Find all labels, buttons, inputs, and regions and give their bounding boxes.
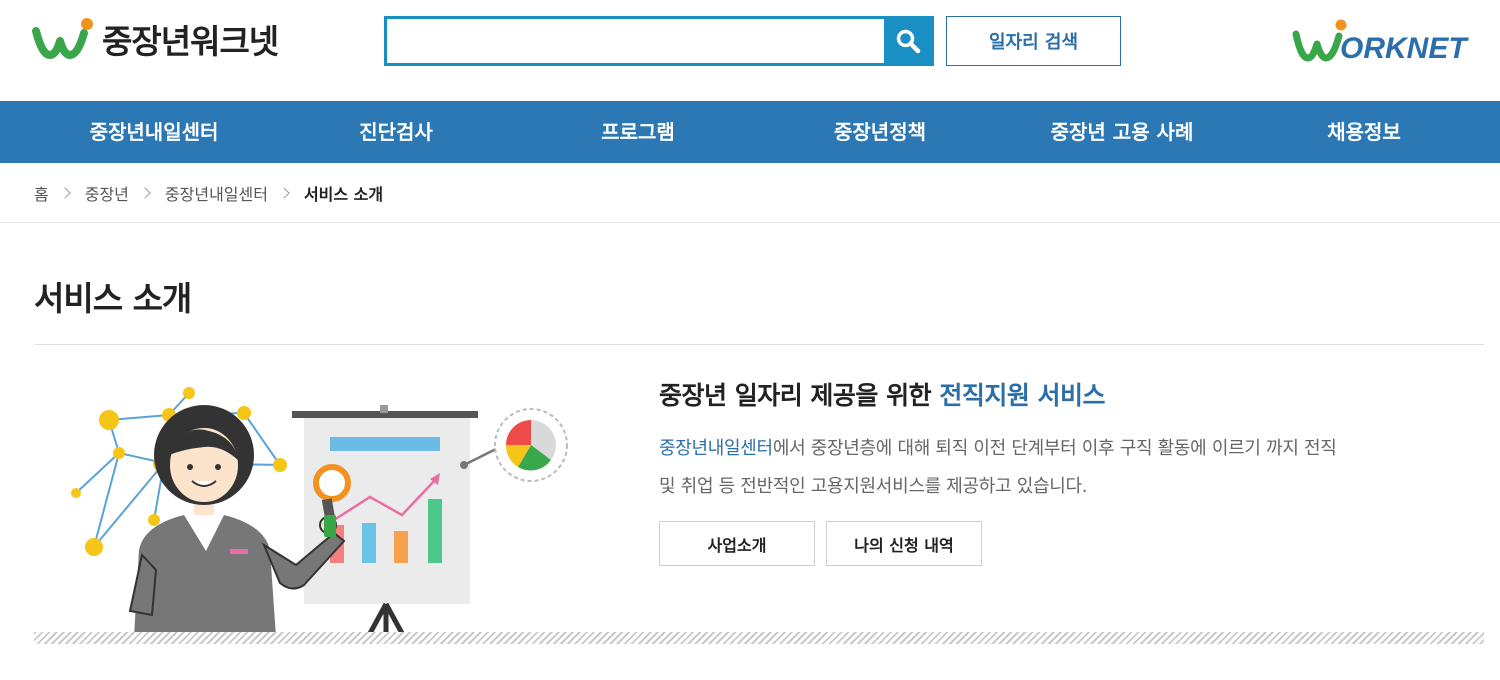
hatched-divider (34, 632, 1484, 644)
search-button[interactable] (884, 19, 931, 63)
chevron-right-icon (59, 187, 71, 199)
worknet-logo-icon: ORKNET (1292, 19, 1469, 65)
nav-item-policy[interactable]: 중장년정책 (760, 101, 1000, 163)
intro-heading: 중장년 일자리 제공을 위한 전직지원 서비스 (659, 376, 1106, 412)
nav-item-center[interactable]: 중장년내일센터 (34, 101, 274, 163)
intro-heading-accent: 전직지원 서비스 (939, 381, 1106, 410)
logo-mark-icon (32, 18, 93, 59)
breadcrumb-current: 서비스 소개 (303, 185, 384, 204)
worknet-logo[interactable]: ORKNET (1292, 16, 1484, 66)
search-box (384, 16, 934, 66)
pie-chart-icon (505, 420, 556, 471)
intro-heading-prefix: 중장년 일자리 제공을 위한 (659, 381, 940, 410)
intro-desc-line2: 및 취업 등 전반적인 고용지원서비스를 제공하고 있습니다. (659, 476, 1088, 497)
title-divider (34, 344, 1484, 345)
nav-item-cases[interactable]: 중장년 고용 사례 (1002, 101, 1242, 163)
search-icon (896, 29, 920, 54)
main-nav: 중장년내일센터 진단검사 프로그램 중장년정책 중장년 고용 사례 채용정보 (0, 101, 1500, 163)
home-icon[interactable]: 홈 (34, 181, 49, 205)
breadcrumb: 홈 중장년 중장년내일센터 서비스 소개 (34, 181, 383, 205)
logo-text: 중장년워크넷 (102, 22, 279, 61)
breadcrumb-home[interactable]: 홈 (34, 185, 49, 204)
business-intro-button[interactable]: 사업소개 (659, 521, 815, 566)
nav-item-program[interactable]: 프로그램 (518, 101, 758, 163)
center-name-link: 중장년내일센터 (659, 438, 773, 459)
chevron-right-icon (139, 187, 151, 199)
svg-text:ORKNET: ORKNET (1340, 32, 1469, 65)
consultant-illustration (71, 387, 568, 637)
my-applications-button[interactable]: 나의 신청 내역 (826, 521, 982, 566)
site-header: 중장년워크넷 일자리 검색 ORKNET (0, 0, 1500, 101)
intro-desc-line1: 에서 중장년층에 대해 퇴직 이전 단계부터 이후 구직 활동에 이르기 까지 … (772, 438, 1337, 459)
nav-item-jobs[interactable]: 채용정보 (1244, 101, 1484, 163)
job-search-button[interactable]: 일자리 검색 (946, 16, 1121, 66)
page-title: 서비스 소개 (34, 279, 192, 318)
breadcrumb-divider (0, 222, 1500, 223)
search-input[interactable] (387, 19, 885, 63)
intro-description: 중장년내일센터에서 중장년층에 대해 퇴직 이전 단계부터 이후 구직 활동에 … (659, 430, 1459, 506)
breadcrumb-center[interactable]: 중장년내일센터 (165, 181, 268, 205)
breadcrumb-middle-aged[interactable]: 중장년 (85, 181, 129, 205)
site-logo[interactable]: 중장년워크넷 (32, 14, 279, 64)
nav-item-diagnosis[interactable]: 진단검사 (276, 101, 516, 163)
chevron-right-icon (278, 187, 290, 199)
